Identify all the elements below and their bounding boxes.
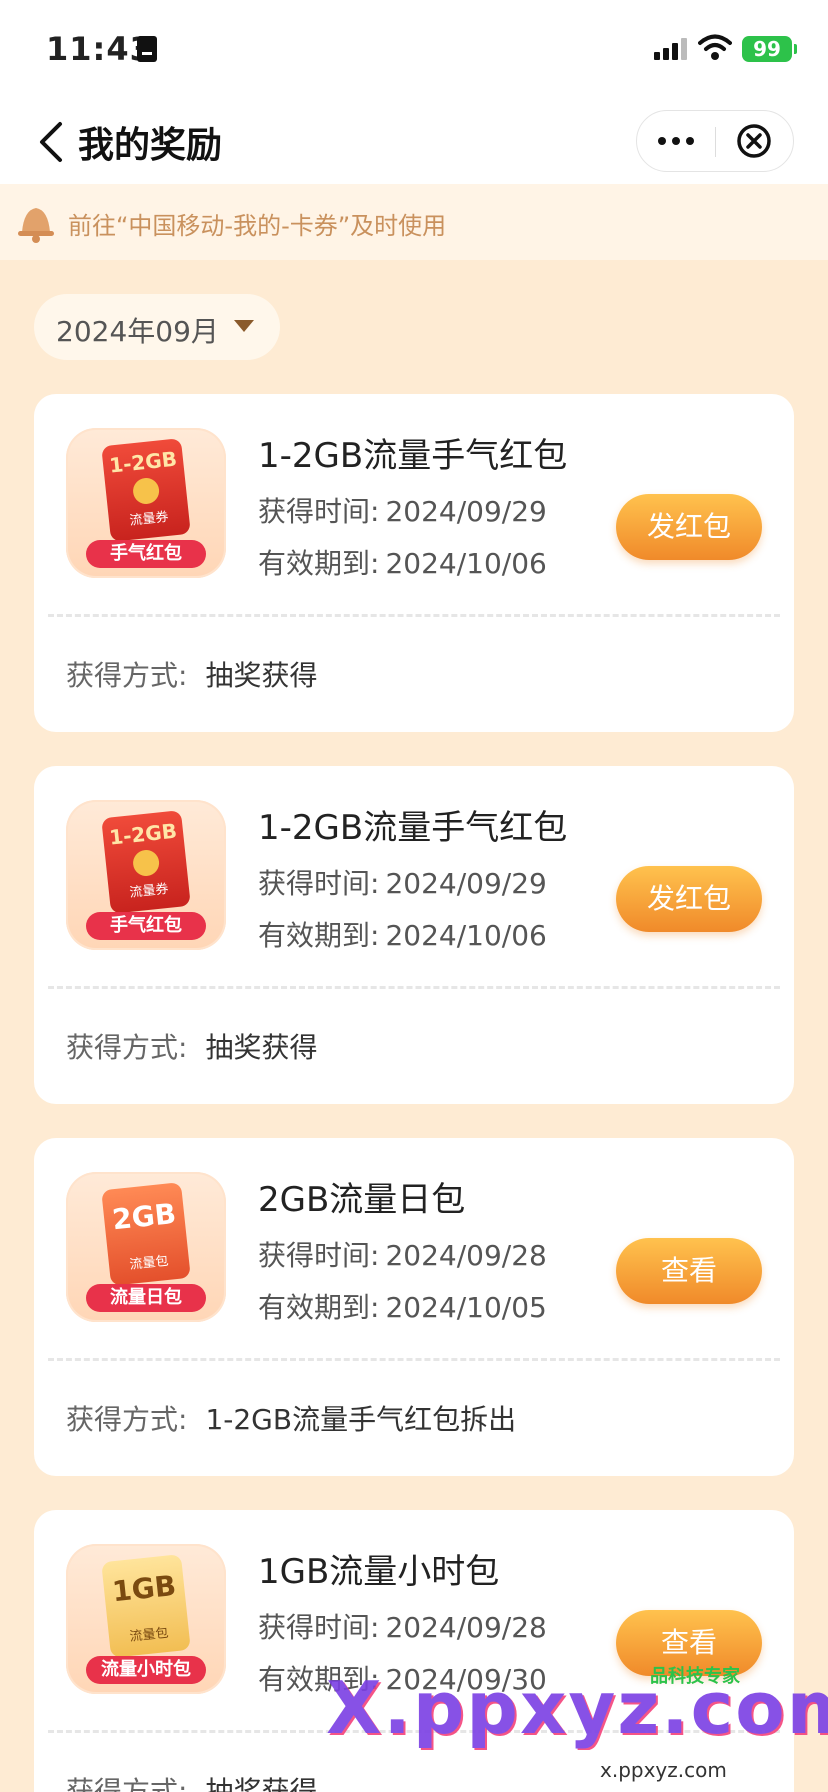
obtain-method-label: 获得方式: bbox=[66, 1775, 188, 1792]
obtain-method-value: 抽奖获得 bbox=[205, 659, 318, 692]
month-picker[interactable]: 2024年09月 bbox=[34, 294, 280, 360]
watermark-subtext: x.ppxyz.com bbox=[600, 1758, 727, 1782]
wifi-icon bbox=[698, 34, 732, 60]
ticket-sublabel: 流量包 bbox=[128, 1625, 170, 1645]
valid-until-row: 有效期到: 2024/10/05 bbox=[258, 1286, 547, 1326]
obtain-method-value: 1-2GB流量手气红包拆出 bbox=[205, 1403, 517, 1436]
obtained-time-label: 获得时间: bbox=[258, 1239, 380, 1272]
obtain-method-label: 获得方式: bbox=[66, 659, 188, 692]
battery-icon: 99 bbox=[742, 36, 797, 62]
reward-thumbnail: 1GB 流量包 流量小时包 bbox=[66, 1544, 226, 1694]
envelope-label: 1-2GB bbox=[108, 446, 179, 478]
obtained-time-value: 2024/09/29 bbox=[385, 867, 547, 900]
obtain-method-label: 获得方式: bbox=[66, 1031, 188, 1064]
obtain-method-label: 获得方式: bbox=[66, 1403, 188, 1436]
obtained-time-label: 获得时间: bbox=[258, 1611, 380, 1644]
back-chevron-icon[interactable] bbox=[34, 118, 70, 166]
obtain-method-row: 获得方式: 抽奖获得 bbox=[66, 1770, 317, 1792]
obtain-method-row: 获得方式: 1-2GB流量手气红包拆出 bbox=[66, 1398, 516, 1438]
envelope-label: 1-2GB bbox=[108, 818, 179, 850]
obtained-time-label: 获得时间: bbox=[258, 495, 380, 528]
reward-title: 1-2GB流量手气红包 bbox=[258, 436, 568, 476]
close-icon[interactable] bbox=[716, 111, 794, 171]
obtained-time-value: 2024/09/28 bbox=[385, 1611, 547, 1644]
bell-icon bbox=[18, 208, 54, 243]
status-bar: 11:43 99 bbox=[0, 0, 828, 100]
reward-card: 2GB 流量包 流量日包 2GB流量日包 获得时间: 2024/09/28 有效期… bbox=[34, 1138, 794, 1476]
valid-until-label: 有效期到: bbox=[258, 919, 380, 952]
obtained-time-value: 2024/09/29 bbox=[385, 495, 547, 528]
more-icon[interactable] bbox=[637, 111, 715, 171]
obtain-method-value: 抽奖获得 bbox=[205, 1775, 318, 1792]
envelope-sublabel: 流量券 bbox=[128, 881, 170, 901]
reward-title: 1GB流量小时包 bbox=[258, 1552, 500, 1592]
nav-bar: 我的奖励 bbox=[0, 100, 828, 184]
valid-until-value: 2024/10/06 bbox=[385, 547, 547, 580]
reward-thumbnail: 1-2GB 流量券 手气红包 bbox=[66, 428, 226, 578]
reward-thumbnail: 1-2GB 流量券 手气红包 bbox=[66, 800, 226, 950]
obtained-time-row: 获得时间: 2024/09/29 bbox=[258, 862, 547, 902]
reward-card: 1-2GB 流量券 手气红包 1-2GB流量手气红包 获得时间: 2024/09/… bbox=[34, 394, 794, 732]
cellular-signal-icon bbox=[654, 38, 688, 60]
ticket-label: 2GB bbox=[110, 1196, 178, 1237]
send-red-envelope-button[interactable]: 发红包 bbox=[616, 866, 762, 932]
dashed-divider bbox=[48, 1358, 780, 1361]
month-label: 2024年09月 bbox=[56, 315, 219, 348]
valid-until-value: 2024/10/05 bbox=[385, 1291, 547, 1324]
watermark: X.ppxyz.com bbox=[326, 1666, 828, 1750]
thumbnail-badge: 流量日包 bbox=[86, 1284, 206, 1312]
page-title: 我的奖励 bbox=[78, 125, 223, 166]
send-red-envelope-button[interactable]: 发红包 bbox=[616, 494, 762, 560]
ticket-sublabel: 流量包 bbox=[128, 1253, 170, 1273]
obtain-method-value: 抽奖获得 bbox=[205, 1031, 318, 1064]
obtain-method-row: 获得方式: 抽奖获得 bbox=[66, 1026, 317, 1066]
sim-card-icon bbox=[137, 36, 157, 62]
valid-until-label: 有效期到: bbox=[258, 547, 380, 580]
thumbnail-badge: 手气红包 bbox=[86, 540, 206, 568]
notice-bar: 前往“中国移动-我的-卡券”及时使用 bbox=[0, 184, 828, 260]
coin-icon bbox=[131, 476, 161, 506]
red-envelope-icon: 1-2GB 流量券 bbox=[101, 810, 191, 914]
view-button[interactable]: 查看 bbox=[616, 1238, 762, 1304]
notice-text: 前往“中国移动-我的-卡券”及时使用 bbox=[68, 212, 447, 240]
caret-down-icon bbox=[234, 320, 254, 332]
ticket-label: 1GB bbox=[110, 1568, 178, 1609]
obtain-method-row: 获得方式: 抽奖获得 bbox=[66, 654, 317, 694]
dashed-divider bbox=[48, 614, 780, 617]
reward-card: 1-2GB 流量券 手气红包 1-2GB流量手气红包 获得时间: 2024/09/… bbox=[34, 766, 794, 1104]
obtained-time-value: 2024/09/28 bbox=[385, 1239, 547, 1272]
valid-until-label: 有效期到: bbox=[258, 1291, 380, 1324]
valid-until-row: 有效期到: 2024/10/06 bbox=[258, 542, 547, 582]
envelope-sublabel: 流量券 bbox=[128, 509, 170, 529]
thumbnail-badge: 手气红包 bbox=[86, 912, 206, 940]
obtained-time-label: 获得时间: bbox=[258, 867, 380, 900]
red-envelope-icon: 1-2GB 流量券 bbox=[101, 438, 191, 542]
reward-title: 1-2GB流量手气红包 bbox=[258, 808, 568, 848]
coin-icon bbox=[131, 848, 161, 878]
thumbnail-badge: 流量小时包 bbox=[86, 1656, 206, 1684]
reward-thumbnail: 2GB 流量包 流量日包 bbox=[66, 1172, 226, 1322]
valid-until-value: 2024/10/06 bbox=[385, 919, 547, 952]
mini-program-capsule bbox=[636, 110, 794, 172]
obtained-time-row: 获得时间: 2024/09/29 bbox=[258, 490, 547, 530]
obtained-time-row: 获得时间: 2024/09/28 bbox=[258, 1606, 547, 1646]
data-ticket-icon: 1GB 流量包 bbox=[101, 1554, 191, 1658]
obtained-time-row: 获得时间: 2024/09/28 bbox=[258, 1234, 547, 1274]
data-ticket-icon: 2GB 流量包 bbox=[101, 1182, 191, 1286]
dashed-divider bbox=[48, 986, 780, 989]
valid-until-row: 有效期到: 2024/10/06 bbox=[258, 914, 547, 954]
reward-title: 2GB流量日包 bbox=[258, 1180, 466, 1220]
